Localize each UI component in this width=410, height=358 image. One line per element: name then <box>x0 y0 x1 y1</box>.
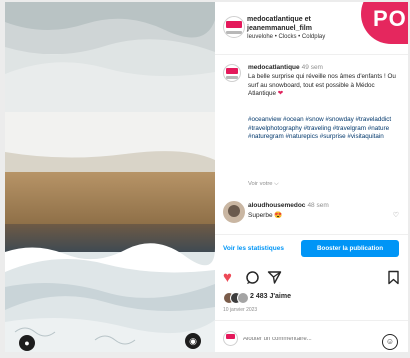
caption-username[interactable]: medocatlantique 49 sem <box>248 64 323 71</box>
view-insights-link[interactable]: Voir les statistiques <box>223 245 284 252</box>
composer-avatar <box>223 331 238 346</box>
commenter-avatar[interactable] <box>223 201 245 223</box>
post-date: 10 janvier 2023 <box>223 307 258 313</box>
comment-username[interactable]: aloudhousemedoc 48 sem <box>248 202 329 209</box>
comment-icon[interactable] <box>245 270 260 288</box>
audio-track[interactable]: Ieuvelohe • Clocks • Coldplay <box>247 34 325 40</box>
caption-text: La belle surprise qui réveille nos âmes … <box>248 73 396 98</box>
post-action-icons: ♥ <box>215 270 408 290</box>
comment-input[interactable] <box>241 337 375 340</box>
caption-avatar[interactable] <box>223 64 241 82</box>
insights-bar: Voir les statistiques Booster la publica… <box>215 234 408 263</box>
liker-avatar <box>237 292 249 304</box>
see-translation-link[interactable]: Voir votre ⌵ <box>248 181 279 188</box>
like-heart-icon[interactable]: ♥ <box>223 270 232 285</box>
user-tag-icon[interactable]: ● <box>19 335 35 351</box>
heart-emoji: ❤ <box>277 90 284 98</box>
collab-accounts[interactable]: medocatlantique et jeanemmanuel_film <box>247 15 312 33</box>
share-icon[interactable] <box>267 270 282 288</box>
post-header: medocatlantique et jeanemmanuel_film Ieu… <box>215 2 408 55</box>
comment-text: Superbe 😍 <box>248 212 283 219</box>
overlay-badge: PO <box>361 2 408 44</box>
likes-summary[interactable]: 2 483 J'aime <box>223 292 403 304</box>
likes-count[interactable]: 2 483 J'aime <box>250 293 291 300</box>
comment-composer: ☺ <box>215 320 408 352</box>
post-modal: ● ◉ medocatlantique et jeanemmanuel_film… <box>5 2 408 352</box>
audio-icon[interactable]: ◉ <box>185 333 201 349</box>
save-bookmark-icon[interactable] <box>387 270 400 288</box>
account-avatar[interactable] <box>223 16 245 38</box>
post-side-panel: medocatlantique et jeanemmanuel_film Ieu… <box>215 2 408 352</box>
comment-like-icon[interactable]: ♡ <box>393 211 399 219</box>
boost-post-button[interactable]: Booster la publication <box>301 240 399 257</box>
emoji-picker-icon[interactable]: ☺ <box>382 334 398 350</box>
post-photo[interactable]: ● ◉ <box>5 2 215 352</box>
caption-hashtags[interactable]: #oceanview #ocean #snow #snowday #travel… <box>248 116 398 142</box>
comment-item: aloudhousemedoc 48 sem Superbe 😍 ♡ <box>223 199 405 229</box>
